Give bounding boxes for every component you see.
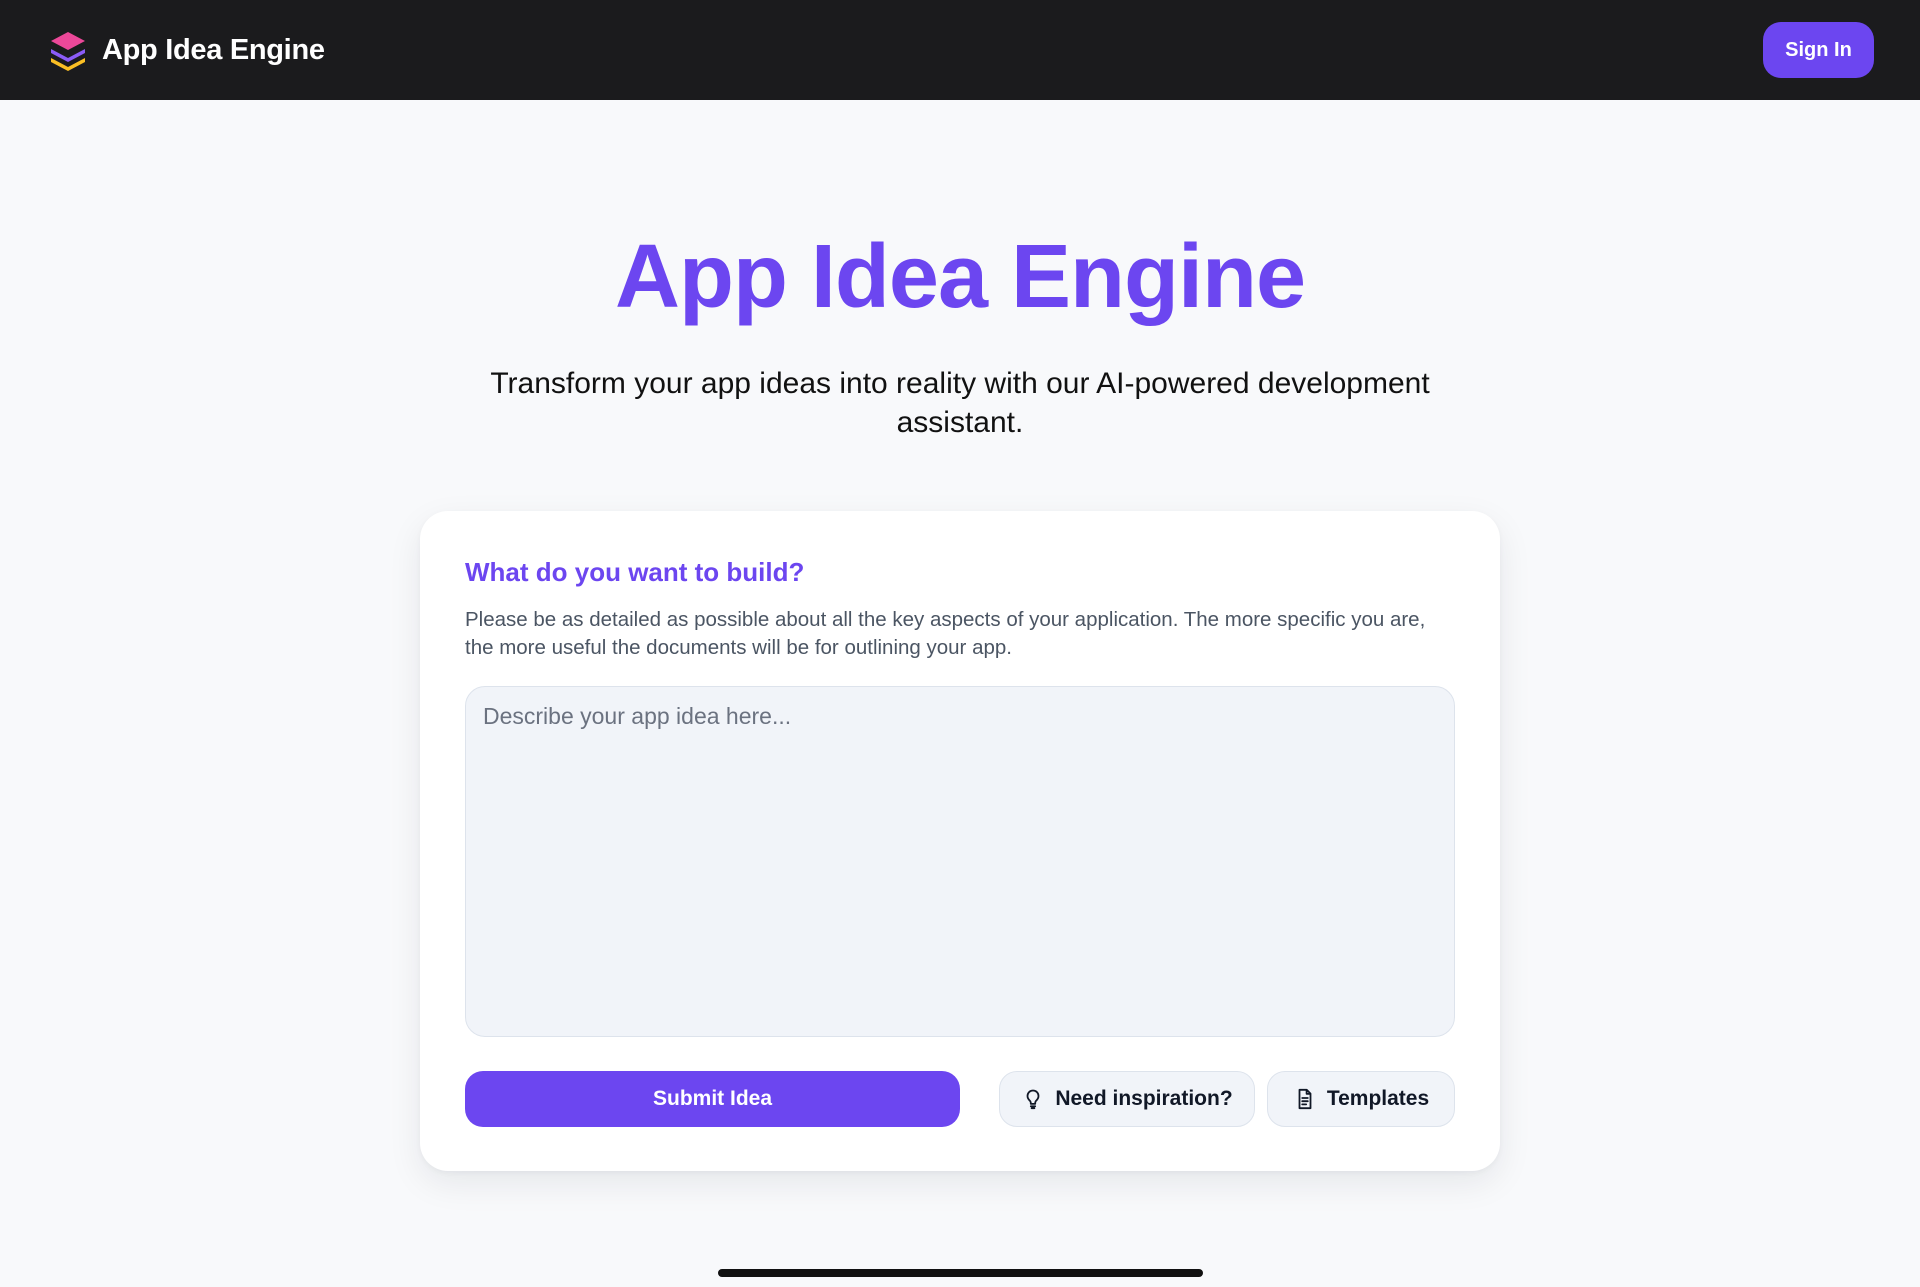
templates-label: Templates — [1326, 1087, 1430, 1110]
lightbulb-icon — [1026, 1089, 1040, 1110]
idea-form-card: What do you want to build? Please be as … — [420, 511, 1500, 1171]
home-indicator — [718, 1269, 1203, 1277]
form-heading: What do you want to build? — [465, 557, 805, 587]
app-idea-textarea[interactable] — [465, 686, 1455, 1037]
hero-title: App Idea Engine — [614, 227, 1306, 327]
brand[interactable]: App Idea Engine — [46, 28, 325, 72]
submit-idea-button[interactable]: Submit Idea — [465, 1071, 960, 1127]
brand-name: App Idea Engine — [102, 33, 325, 66]
hero-subtitle: Transform your app ideas into reality wi… — [490, 367, 1430, 439]
layers-icon — [51, 32, 85, 71]
sign-in-button[interactable]: Sign In — [1763, 22, 1874, 78]
form-description: Please be as detailed as possible about … — [465, 608, 1426, 659]
need-inspiration-label: Need inspiration? — [1055, 1087, 1233, 1110]
need-inspiration-button[interactable]: Need inspiration? — [999, 1071, 1255, 1127]
document-icon — [1298, 1088, 1312, 1110]
templates-button[interactable]: Templates — [1267, 1071, 1455, 1127]
top-navigation-bar: App Idea Engine Sign In — [0, 0, 1920, 100]
